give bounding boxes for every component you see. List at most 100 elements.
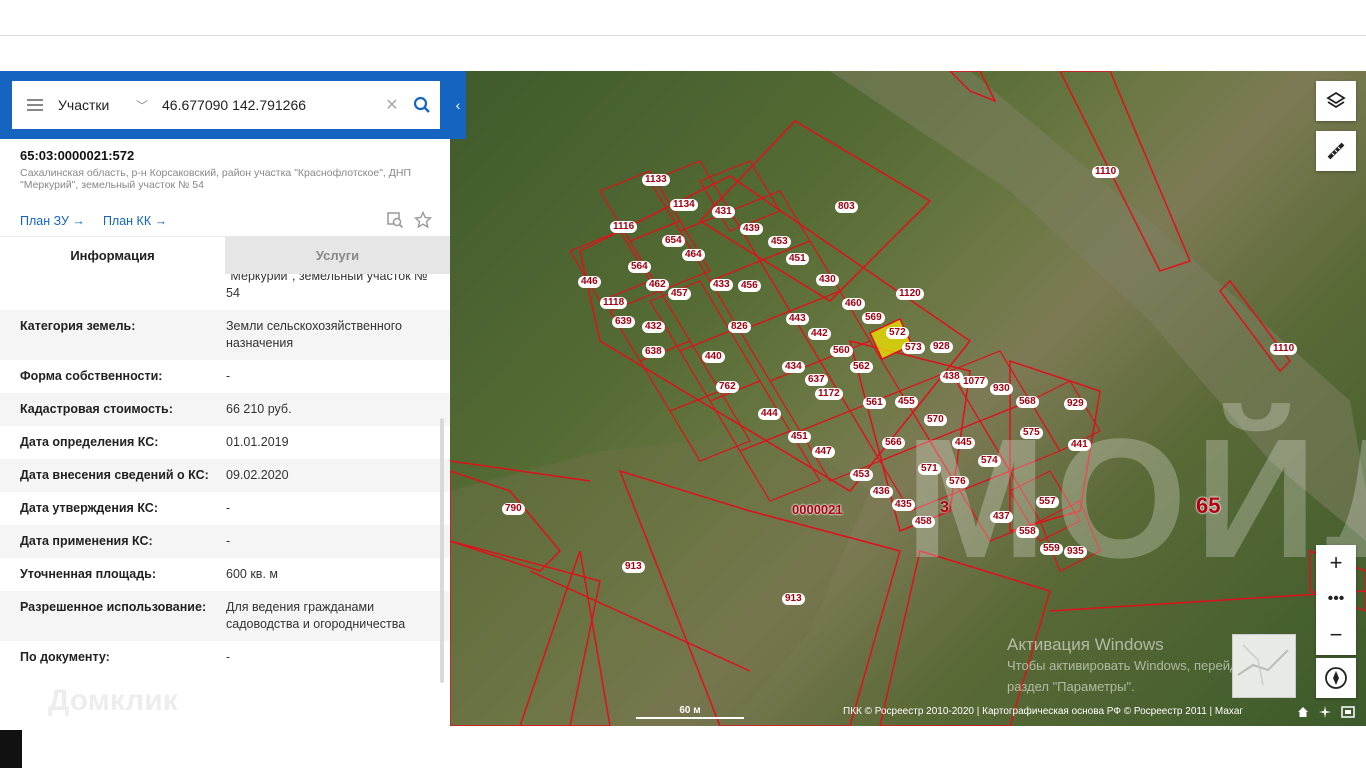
plot-number-label[interactable]: 575 bbox=[1020, 427, 1043, 439]
fullscreen-icon[interactable] bbox=[1341, 706, 1355, 718]
plot-number-label[interactable]: 434 bbox=[782, 361, 805, 373]
tab-services[interactable]: Услуги bbox=[225, 236, 450, 274]
plot-number-label[interactable]: 790 bbox=[502, 503, 525, 515]
plot-number-label[interactable]: 1110 bbox=[1270, 343, 1298, 355]
plot-number-label[interactable]: 456 bbox=[738, 280, 761, 292]
plot-number-label[interactable]: 457 bbox=[668, 288, 691, 300]
plot-number-label[interactable]: 913 bbox=[782, 593, 805, 605]
plot-number-label[interactable]: 637 bbox=[805, 374, 828, 386]
plot-number-label[interactable]: 560 bbox=[830, 345, 853, 357]
plot-number-label[interactable]: 930 bbox=[990, 383, 1013, 395]
plot-number-label[interactable]: 654 bbox=[662, 235, 685, 247]
plot-number-label[interactable]: 440 bbox=[702, 351, 725, 363]
ruler-button[interactable] bbox=[1316, 131, 1356, 171]
plot-number-label[interactable]: 445 bbox=[952, 437, 975, 449]
plot-number-label[interactable]: 1118 bbox=[600, 297, 628, 309]
more-button[interactable]: ••• bbox=[1316, 581, 1356, 617]
layer-select[interactable]: Участки ﹀ bbox=[58, 97, 158, 114]
plot-number-label[interactable]: 444 bbox=[758, 408, 781, 420]
tab-info[interactable]: Информация bbox=[0, 236, 225, 274]
plot-number-label[interactable]: 564 bbox=[628, 261, 651, 273]
plot-number-label[interactable]: 458 bbox=[912, 516, 935, 528]
plot-number-label[interactable]: 928 bbox=[930, 341, 953, 353]
info-scrollbar[interactable] bbox=[440, 418, 444, 683]
plot-number-label[interactable]: 559 bbox=[1040, 543, 1063, 555]
plot-number-label[interactable]: 1134 bbox=[670, 199, 698, 211]
plot-number-label[interactable]: 561 bbox=[863, 397, 886, 409]
search-button[interactable] bbox=[404, 81, 440, 129]
plot-number-label[interactable]: 566 bbox=[882, 437, 905, 449]
minimap[interactable] bbox=[1232, 634, 1296, 698]
compass-button[interactable] bbox=[1316, 658, 1356, 698]
info-row: Дата утверждения КС: - bbox=[0, 492, 450, 525]
clear-icon[interactable]: ✕ bbox=[380, 95, 404, 115]
menu-icon[interactable] bbox=[12, 81, 58, 129]
plot-number-label[interactable]: 573 bbox=[902, 342, 925, 354]
plot-number-label[interactable]: 913 bbox=[622, 561, 645, 573]
star-icon[interactable] bbox=[414, 211, 432, 229]
layers-button[interactable] bbox=[1316, 81, 1356, 121]
plot-number-label[interactable]: 935 bbox=[1064, 546, 1087, 558]
plot-number-label[interactable]: 569 bbox=[862, 312, 885, 324]
plot-number-label[interactable]: 1110 bbox=[1092, 166, 1120, 178]
zoom-in-button[interactable]: + bbox=[1316, 545, 1356, 581]
plot-number-label[interactable]: 639 bbox=[612, 316, 635, 328]
info-value: 600 кв. м bbox=[226, 567, 278, 581]
plot-number-label[interactable]: 557 bbox=[1036, 496, 1059, 508]
plot-number-label[interactable]: 435 bbox=[892, 499, 915, 511]
plot-number-label[interactable]: 453 bbox=[768, 236, 791, 248]
search-on-map-icon[interactable] bbox=[386, 211, 404, 229]
search-box: Участки ﹀ ✕ bbox=[12, 81, 440, 129]
plot-number-label[interactable]: 443 bbox=[786, 313, 809, 325]
map-canvas[interactable]: МОЙДОМ 113311344314394538031116654464451… bbox=[450, 71, 1366, 726]
search-icon bbox=[413, 96, 430, 113]
plan-kk-link[interactable]: План КК → bbox=[103, 214, 167, 228]
plot-number-label[interactable]: 442 bbox=[808, 328, 831, 340]
plot-number-label[interactable]: 431 bbox=[712, 206, 735, 218]
plot-number-label[interactable]: 436 bbox=[870, 486, 893, 498]
info-value: - bbox=[226, 369, 231, 383]
plot-number-label[interactable]: 826 bbox=[728, 321, 751, 333]
plot-number-label[interactable]: 803 bbox=[835, 201, 858, 213]
plot-number-label[interactable]: 446 bbox=[578, 276, 601, 288]
search-input[interactable] bbox=[158, 90, 380, 120]
plot-number-label[interactable]: 1133 bbox=[642, 174, 670, 186]
plot-number-label[interactable]: 571 bbox=[918, 463, 941, 475]
zoom-out-button[interactable]: − bbox=[1316, 617, 1356, 653]
chevron-down-icon: ﹀ bbox=[135, 98, 148, 113]
plot-number-label[interactable]: 460 bbox=[842, 298, 865, 310]
zoom-controls: + ••• − bbox=[1316, 545, 1356, 655]
plot-number-label[interactable]: 464 bbox=[682, 249, 705, 261]
locate-icon[interactable] bbox=[1319, 706, 1331, 718]
plot-number-label[interactable]: 451 bbox=[786, 253, 809, 265]
plot-number-label[interactable]: 1116 bbox=[610, 221, 638, 233]
plot-number-label[interactable]: 574 bbox=[978, 455, 1001, 467]
plot-number-label[interactable]: 568 bbox=[1016, 396, 1039, 408]
plot-number-label[interactable]: 432 bbox=[642, 321, 665, 333]
plot-number-label[interactable]: 572 bbox=[886, 327, 909, 339]
plot-number-label[interactable]: 576 bbox=[946, 476, 969, 488]
plot-number-label[interactable]: 929 bbox=[1064, 398, 1087, 410]
info-row: Дата внесения сведений о КС: 09.02.2020 bbox=[0, 459, 450, 492]
plot-number-label[interactable]: 462 bbox=[646, 279, 669, 291]
plot-number-label[interactable]: 1120 bbox=[896, 288, 924, 300]
plot-number-label[interactable]: 430 bbox=[816, 274, 839, 286]
plot-number-label[interactable]: 451 bbox=[788, 431, 811, 443]
plot-number-label[interactable]: 453 bbox=[850, 469, 873, 481]
plan-zu-link[interactable]: План ЗУ → bbox=[20, 214, 85, 228]
home-icon[interactable] bbox=[1297, 706, 1309, 718]
plot-number-label[interactable]: 1172 bbox=[815, 388, 843, 400]
plot-number-label[interactable]: 762 bbox=[716, 381, 739, 393]
plot-number-label[interactable]: 439 bbox=[740, 223, 763, 235]
plot-number-label[interactable]: 433 bbox=[710, 279, 733, 291]
plot-number-label[interactable]: 441 bbox=[1068, 439, 1091, 451]
plot-number-label[interactable]: 447 bbox=[812, 446, 835, 458]
plot-number-label[interactable]: 455 bbox=[895, 396, 918, 408]
collapse-panel-button[interactable]: ‹ bbox=[450, 71, 466, 139]
plot-number-label[interactable]: 1077 bbox=[960, 376, 989, 388]
plot-number-label[interactable]: 562 bbox=[850, 361, 873, 373]
plot-number-label[interactable]: 558 bbox=[1016, 526, 1039, 538]
plot-number-label[interactable]: 638 bbox=[642, 346, 665, 358]
plot-number-label[interactable]: 437 bbox=[990, 511, 1013, 523]
plot-number-label[interactable]: 570 bbox=[924, 414, 947, 426]
